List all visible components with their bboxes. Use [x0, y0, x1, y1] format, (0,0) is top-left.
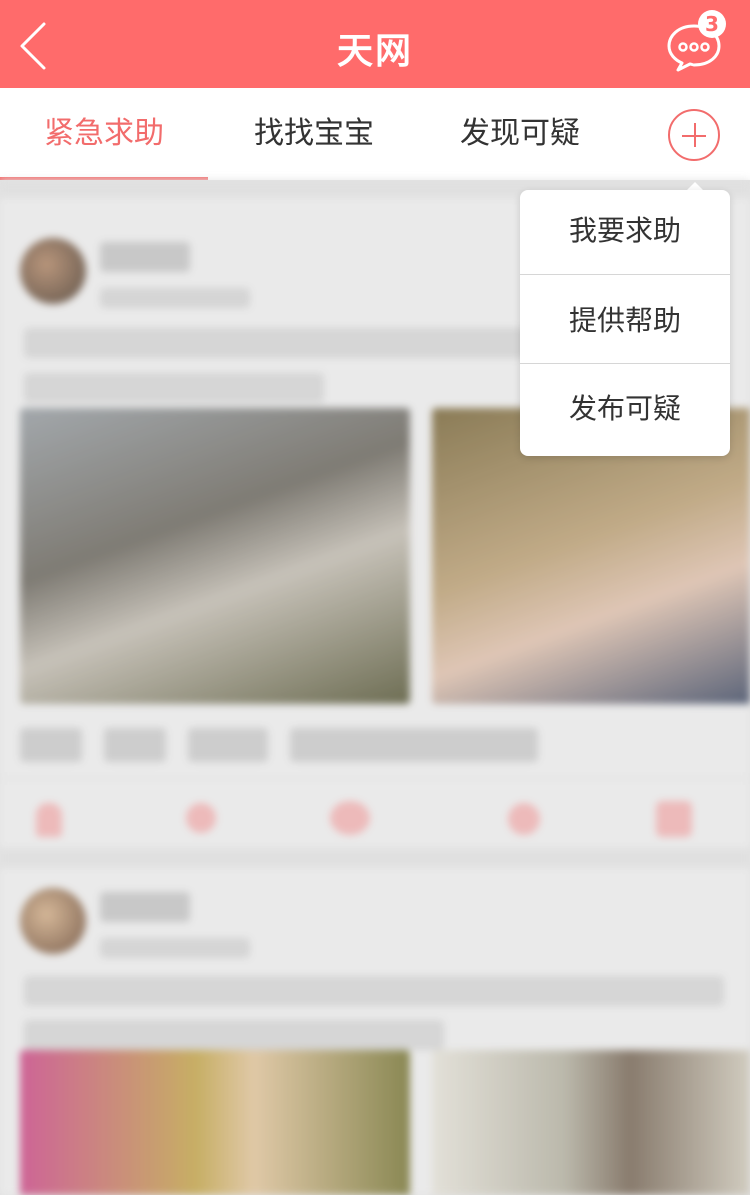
menu-divider: [520, 363, 730, 364]
tab-found-suspicious[interactable]: 发现可疑: [416, 88, 624, 180]
menu-divider: [520, 274, 730, 275]
tab-emergency-help[interactable]: 紧急求助: [0, 88, 208, 180]
app-header: 天网 3: [0, 0, 750, 88]
add-button[interactable]: [668, 109, 720, 161]
message-count-badge: 3: [698, 10, 726, 38]
tab-bar: 紧急求助 找找宝宝 发现可疑: [0, 88, 750, 180]
add-dropdown-menu: 我要求助 提供帮助 发布可疑: [520, 190, 730, 456]
page-title: 天网: [336, 31, 413, 72]
menu-item-request-help[interactable]: 我要求助: [520, 210, 730, 252]
menu-item-offer-help[interactable]: 提供帮助: [520, 300, 730, 342]
tab-find-baby[interactable]: 找找宝宝: [210, 88, 418, 180]
menu-item-post-suspicious[interactable]: 发布可疑: [520, 388, 730, 430]
